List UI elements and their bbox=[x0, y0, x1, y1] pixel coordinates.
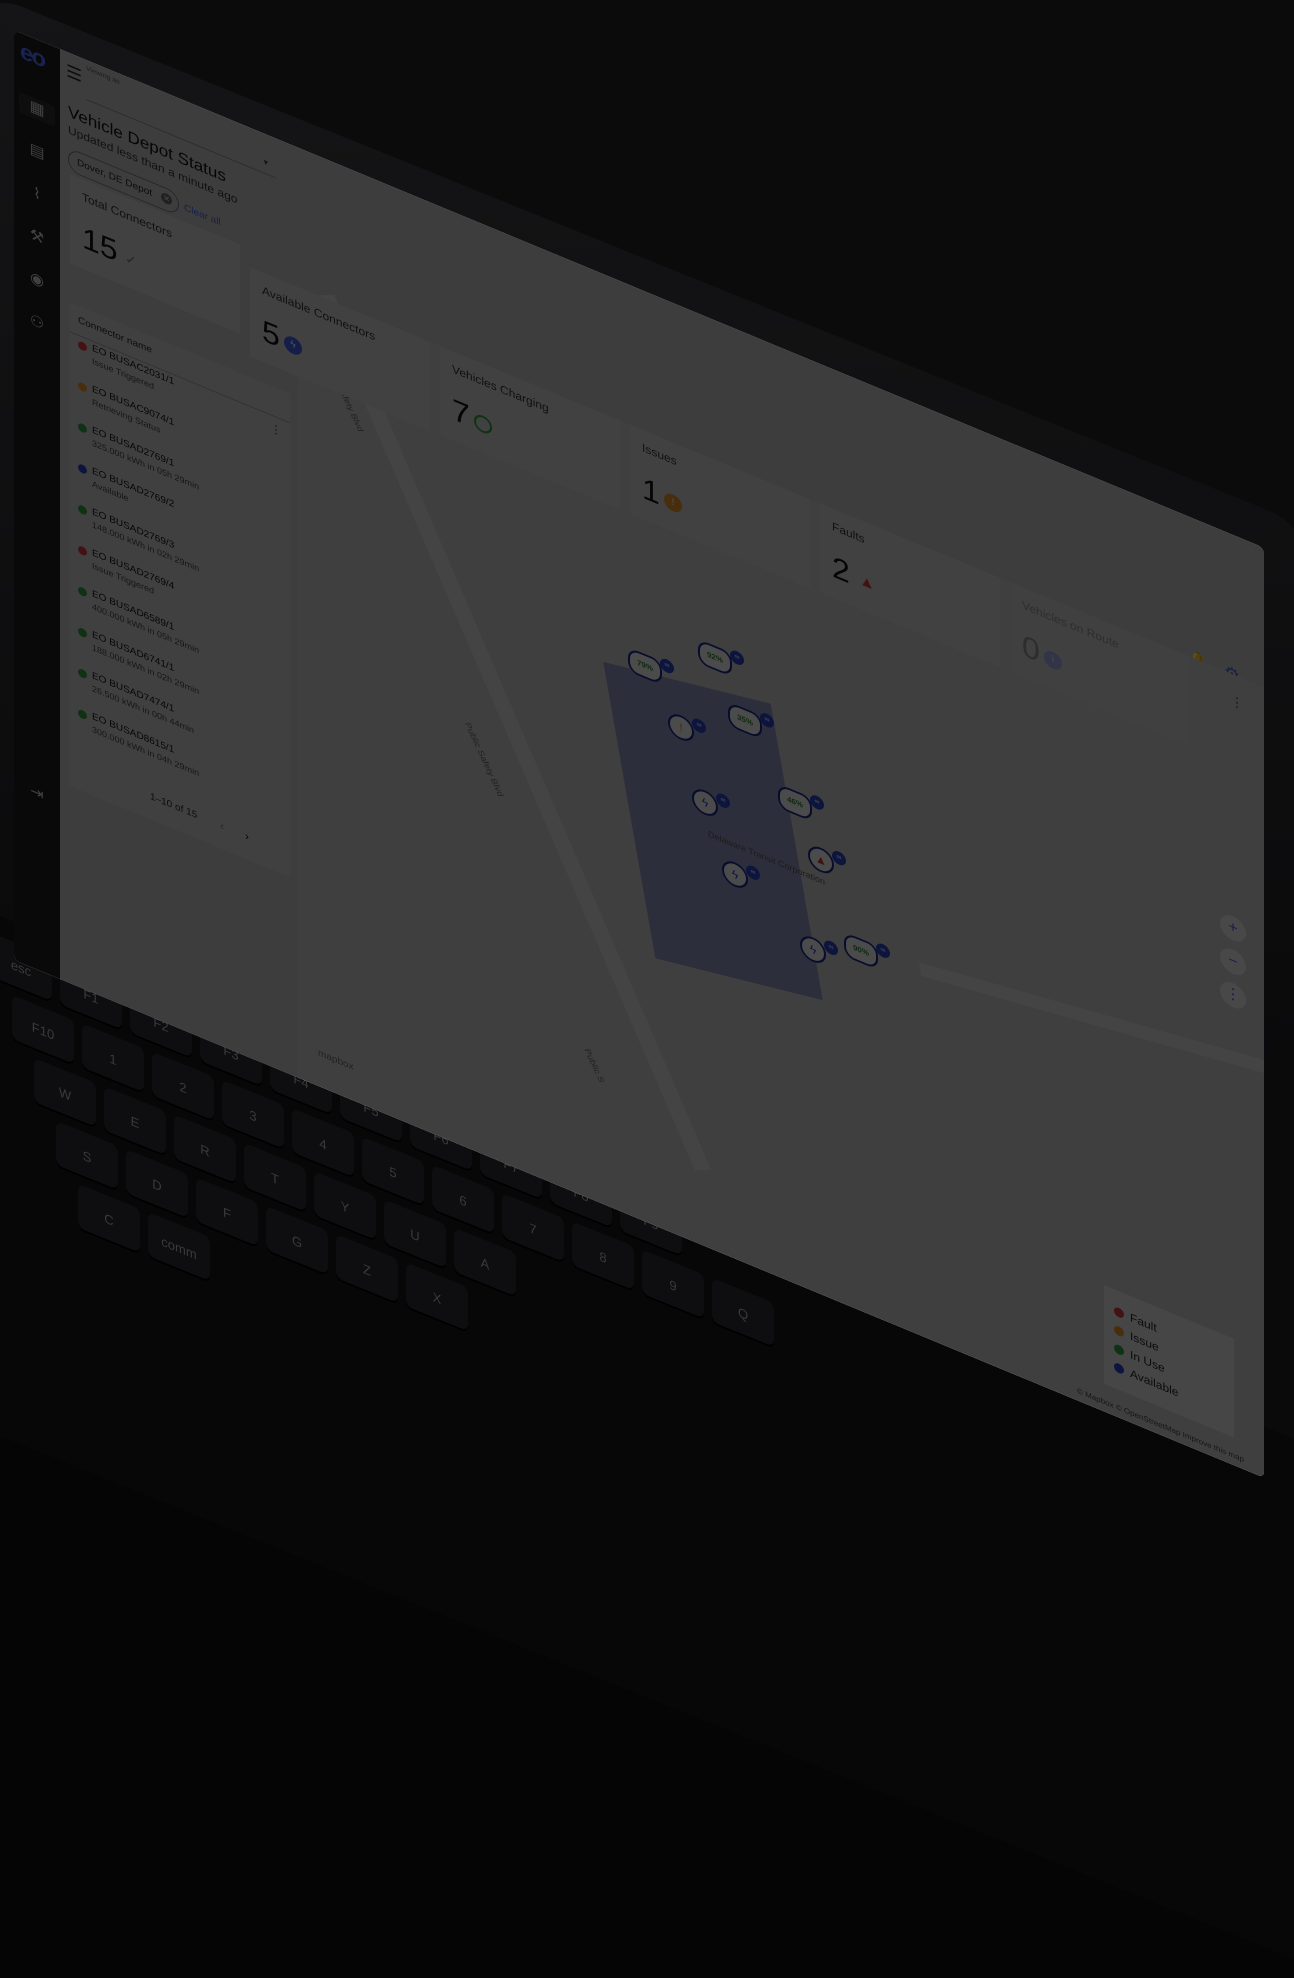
chevron-right-icon[interactable]: › bbox=[245, 829, 249, 844]
app-screen: eo ▦ ▤ ⌇ ⚒ ◉ ⚇ ⇥ ☰ Viewing as ▾ 🔔 ⚙ Vehi… bbox=[14, 30, 1264, 1478]
stat-value: 0 bbox=[1022, 627, 1040, 669]
stat-value: 7 bbox=[452, 391, 470, 433]
legend-dot bbox=[1114, 1343, 1124, 1357]
link-icon: ∞ bbox=[660, 656, 674, 676]
link-icon: ∞ bbox=[832, 848, 846, 868]
connector-list: Connector name ⋮ EO BUSAC2031/1 Issue Tri… bbox=[70, 302, 290, 878]
map-pin-charging[interactable]: 90% bbox=[844, 931, 878, 971]
hamburger-menu-icon[interactable]: ☰ bbox=[66, 61, 82, 87]
road-label: Public S bbox=[582, 1048, 607, 1083]
signal-icon[interactable]: ◉ bbox=[26, 266, 48, 296]
status-dot bbox=[78, 708, 87, 721]
screen-wrap: eo ▦ ▤ ⌇ ⚒ ◉ ⚇ ⇥ ☰ Viewing as ▾ 🔔 ⚙ Vehi… bbox=[0, 0, 1294, 1478]
logout-icon[interactable]: ⇥ bbox=[26, 779, 48, 809]
map-more-icon[interactable]: ⋮ bbox=[1230, 692, 1244, 714]
info-icon: i bbox=[1044, 648, 1062, 673]
dashboard-icon[interactable]: ▦ bbox=[19, 91, 55, 127]
legend-dot bbox=[1114, 1324, 1124, 1338]
status-dot bbox=[78, 421, 87, 435]
bolt-icon: ϟ bbox=[284, 333, 302, 358]
map-legend: Fault Issue In Use Available bbox=[1104, 1285, 1234, 1438]
link-icon: ∞ bbox=[824, 938, 838, 958]
map-pin-charging[interactable]: 92% bbox=[698, 638, 732, 678]
status-dot bbox=[78, 585, 87, 598]
link-icon: ∞ bbox=[810, 793, 824, 812]
status-dot bbox=[78, 626, 87, 639]
zoom-out-button[interactable]: − bbox=[1220, 944, 1246, 980]
chevron-down-icon: ▾ bbox=[263, 156, 268, 168]
legend-dot bbox=[1114, 1361, 1124, 1376]
stat-value: 2 bbox=[832, 549, 850, 591]
link-icon: ∞ bbox=[876, 941, 890, 961]
issue-icon: ! bbox=[664, 490, 682, 516]
sidebar: eo ▦ ▤ ⌇ ⚒ ◉ ⚇ ⇥ bbox=[14, 30, 60, 980]
stat-value: 1 bbox=[642, 470, 660, 512]
warning-icon: ▲ bbox=[859, 571, 875, 594]
eo-logo: eo bbox=[20, 38, 45, 74]
status-dot bbox=[78, 667, 87, 680]
document-icon[interactable]: ▤ bbox=[26, 137, 48, 167]
road-label: Public Safety Blvd bbox=[462, 722, 506, 797]
status-dot bbox=[78, 503, 87, 516]
legend-dot bbox=[1114, 1305, 1124, 1320]
map-options-button[interactable]: ⋮ bbox=[1220, 977, 1246, 1013]
stat-value: 5 bbox=[262, 313, 280, 354]
pagination-label: 1–10 of 15 bbox=[150, 791, 198, 822]
map-road bbox=[919, 962, 1264, 1094]
zoom-in-button[interactable]: + bbox=[1220, 910, 1246, 946]
stat-label: Faults bbox=[832, 519, 865, 547]
stat-label: Issues bbox=[642, 440, 677, 469]
wrench-icon[interactable]: ⚒ bbox=[26, 223, 48, 253]
status-dot bbox=[78, 544, 87, 557]
circle-icon bbox=[474, 412, 492, 437]
link-icon: ∞ bbox=[730, 648, 744, 668]
analytics-icon[interactable]: ⌇ bbox=[26, 180, 48, 210]
status-dot bbox=[78, 340, 87, 353]
stat-value: 15 bbox=[82, 219, 118, 269]
check-icon: ✓ bbox=[125, 249, 137, 270]
chevron-left-icon[interactable]: ‹ bbox=[220, 818, 224, 833]
mapbox-logo: mapbox bbox=[318, 1047, 354, 1073]
users-icon[interactable]: ⚇ bbox=[26, 308, 48, 338]
close-icon[interactable]: ✕ bbox=[161, 191, 173, 207]
status-dot bbox=[78, 381, 87, 394]
status-dot bbox=[78, 462, 87, 476]
